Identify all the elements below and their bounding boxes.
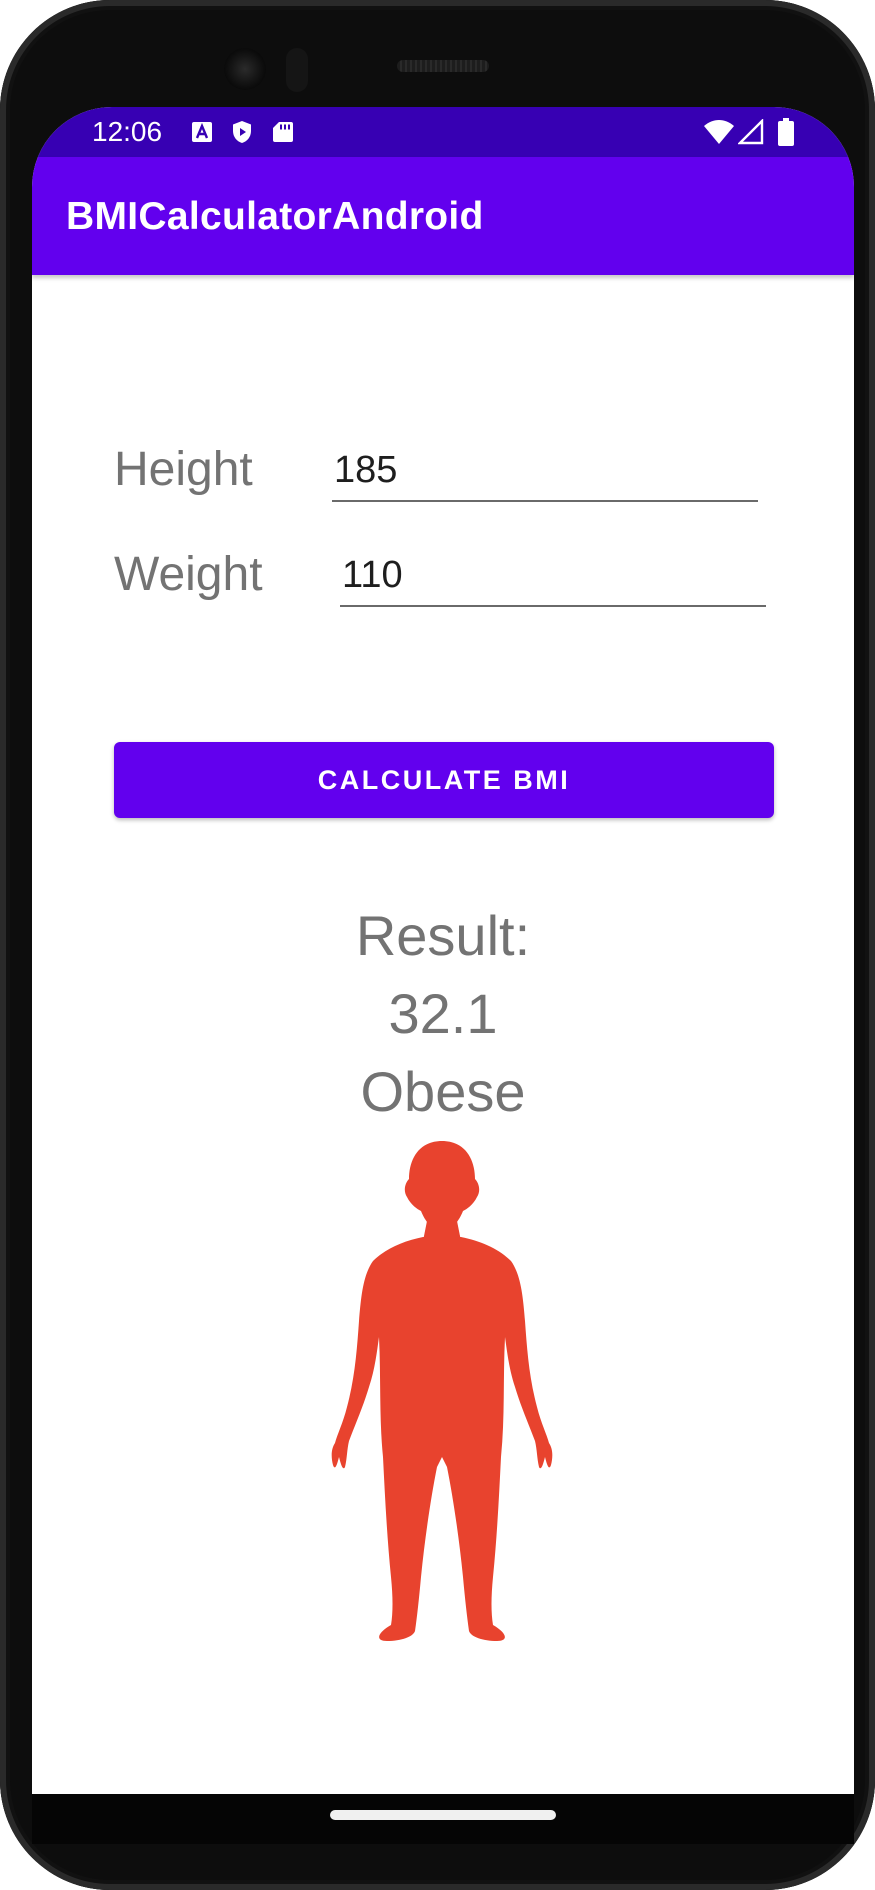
battery-icon (778, 118, 794, 146)
height-input[interactable] (332, 440, 758, 502)
app-screen: 12:06 BMICalculatorAndroid Height 185 We… (32, 107, 854, 1794)
front-camera-icon (224, 48, 266, 90)
home-gesture-handle[interactable] (330, 1810, 556, 1820)
weight-input[interactable] (340, 545, 766, 607)
status-time: 12:06 (92, 116, 163, 147)
cellular-signal-icon (738, 119, 764, 145)
proximity-sensor-icon (286, 48, 308, 92)
weight-label: Weight (114, 548, 263, 601)
a-notification-icon (192, 122, 212, 142)
status-bar: 12:06 (32, 107, 854, 157)
sd-card-icon (273, 122, 293, 142)
play-protect-icon (233, 121, 251, 143)
bmi-value: 32.1 (388, 982, 498, 1045)
top-bezel (0, 0, 875, 110)
obese-body-silhouette-icon (331, 1141, 553, 1641)
wifi-icon (704, 120, 734, 144)
bmi-category: Obese (360, 1060, 526, 1123)
phone-device-frame: 12:06 BMICalculatorAndroid Height 185 We… (0, 0, 875, 1890)
app-bar: BMICalculatorAndroid (32, 157, 854, 275)
calculate-bmi-button[interactable]: CALCULATE BMI (114, 742, 774, 818)
earpiece-speaker-icon (397, 60, 489, 72)
height-label: Height (114, 443, 253, 496)
app-title: BMICalculatorAndroid (66, 195, 484, 238)
result-heading: Result: (355, 904, 531, 967)
